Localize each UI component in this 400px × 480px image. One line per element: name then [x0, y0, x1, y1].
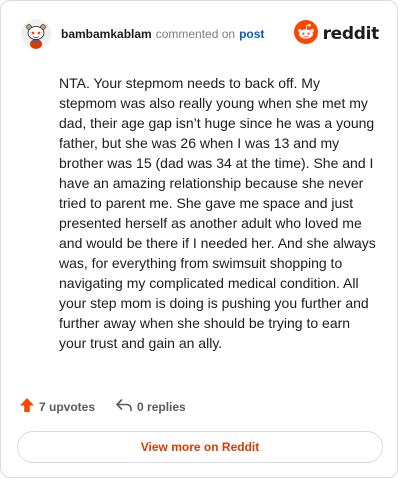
snoo-avatar-icon[interactable] [21, 19, 51, 49]
comment-actions: 7 upvotes 0 replies [19, 397, 186, 416]
upvote-count: 7 upvotes [39, 399, 96, 414]
upvote-arrow-icon [19, 397, 35, 416]
reddit-snoo-icon [293, 19, 318, 49]
comment-byline: bambamkablam commented on post [61, 27, 264, 41]
username-link[interactable]: bambamkablam [61, 27, 152, 41]
reddit-wordmark: reddit [322, 24, 380, 44]
comment-header: bambamkablam commented on post reddit [21, 19, 379, 49]
upvote-button[interactable]: 7 upvotes [19, 397, 95, 416]
action-text: commented on [155, 27, 236, 41]
reply-button[interactable]: 0 replies [115, 397, 186, 416]
reply-count: 0 replies [137, 399, 186, 414]
comment-body: NTA. Your stepmom needs to back off. My … [59, 75, 376, 351]
reddit-logo[interactable]: reddit [293, 19, 380, 49]
comment-card: bambamkablam commented on post reddit NT… [0, 0, 398, 478]
view-more-button[interactable]: View more on Reddit [17, 431, 383, 463]
post-link[interactable]: post [239, 27, 264, 41]
reply-arrow-icon [115, 397, 133, 416]
